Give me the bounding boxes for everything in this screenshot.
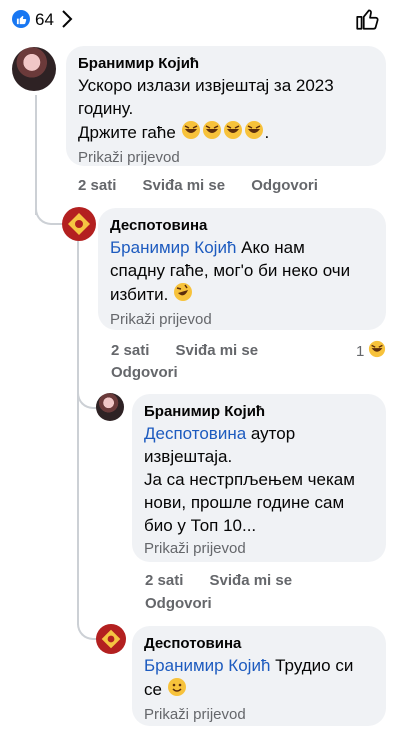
comment-text: Бранимир Којић Трудио си се bbox=[144, 654, 374, 703]
like-button[interactable]: Sviđa mi se bbox=[143, 177, 226, 194]
comment-text: Бранимир Којић Ако нам спадну гаће, мог'… bbox=[110, 236, 374, 308]
comment-time[interactable]: 2 sati bbox=[111, 342, 149, 359]
crest-icon bbox=[101, 629, 121, 649]
avatar[interactable] bbox=[96, 393, 124, 421]
comment-text: Ускоро излази извјештај за 2023 годину. … bbox=[78, 74, 374, 146]
comment-bubble: Бранимир Којић Ускоро излази извјештај з… bbox=[66, 46, 386, 166]
chevron-right-icon[interactable] bbox=[60, 8, 74, 35]
avatar[interactable] bbox=[62, 207, 96, 241]
crest-icon bbox=[68, 213, 90, 235]
comment-author[interactable]: Деспотовина bbox=[144, 634, 374, 654]
comment-bubble: Деспотовина Бранимир Којић Трудио си се … bbox=[132, 626, 386, 726]
thread-line bbox=[77, 240, 79, 625]
thumbs-up-icon[interactable] bbox=[354, 6, 380, 37]
comment-text: Деспотовина аутор извјештаја. Ја са нест… bbox=[144, 424, 355, 535]
mention-link[interactable]: Бранимир Којић bbox=[144, 656, 270, 675]
reply-button[interactable]: Odgovori bbox=[251, 177, 318, 194]
laughing-emoji-icon bbox=[368, 340, 386, 362]
comment-author[interactable]: Деспотовина bbox=[110, 216, 374, 236]
comment-time[interactable]: 2 sati bbox=[145, 572, 183, 589]
translate-link[interactable]: Prikaži prijevod bbox=[144, 705, 374, 725]
avatar[interactable] bbox=[12, 47, 56, 91]
reaction-count[interactable]: 64 bbox=[35, 10, 54, 30]
comment-author[interactable]: Бранимир Којић bbox=[78, 54, 374, 74]
translate-link[interactable]: Prikaži prijevod bbox=[110, 310, 374, 330]
comment-bubble: Деспотовина Бранимир Којић Ако нам спадн… bbox=[98, 208, 386, 330]
thread-curve bbox=[35, 195, 63, 225]
comment-bubble: Бранимир Којић Деспотовина аутор извјешт… bbox=[132, 394, 386, 562]
reactions-bar: 64 bbox=[0, 0, 400, 40]
smile-emoji-icon bbox=[167, 677, 187, 703]
reply-button[interactable]: Odgovori bbox=[111, 364, 178, 381]
comment-actions: 2 sati Sviđa mi se bbox=[145, 572, 314, 589]
mention-link[interactable]: Бранимир Којић bbox=[110, 238, 236, 257]
like-button[interactable]: Sviđa mi se bbox=[176, 342, 259, 359]
avatar[interactable] bbox=[96, 624, 126, 654]
reply-button[interactable]: Odgovori bbox=[145, 595, 212, 612]
comment-author[interactable]: Бранимир Којић bbox=[144, 402, 374, 422]
translate-link[interactable]: Prikaži prijevod bbox=[144, 539, 374, 559]
rofl-emoji-icon bbox=[173, 282, 193, 308]
comment-time[interactable]: 2 sati bbox=[78, 177, 116, 194]
laughing-emoji-icon bbox=[181, 120, 265, 146]
like-icon[interactable] bbox=[12, 10, 30, 28]
comment-actions: 2 sati Sviđa mi se Odgovori bbox=[78, 177, 340, 194]
translate-link[interactable]: Prikaži prijevod bbox=[78, 148, 374, 168]
mention-link[interactable]: Деспотовина bbox=[144, 424, 246, 443]
comment-reaction[interactable]: 1 bbox=[356, 340, 386, 362]
comment-actions: 2 sati Sviđa mi se bbox=[111, 342, 280, 359]
like-button[interactable]: Sviđa mi se bbox=[210, 572, 293, 589]
